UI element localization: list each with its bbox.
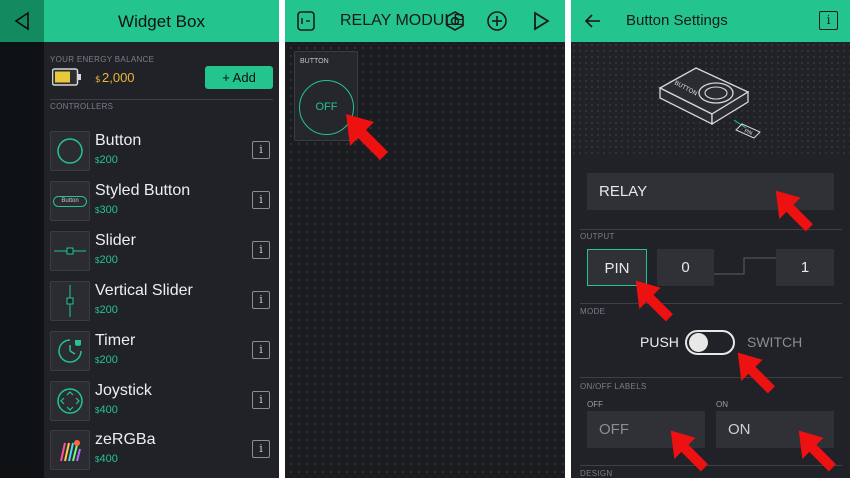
styled-button-icon: Button <box>50 181 90 221</box>
widget-item-button[interactable]: Button $200 i <box>50 131 275 177</box>
widget-box-screen: Widget Box YOUR ENERGY BALANCE $ 2,000 +… <box>0 0 279 478</box>
project-screen: RELAY MODULE BUTTON OFF <box>285 0 565 478</box>
vertical-slider-icon <box>50 281 90 321</box>
info-button[interactable]: i <box>252 291 270 309</box>
widget-name: Styled Button <box>95 182 191 199</box>
on-off-labels-label: ON/OFF LABELS <box>580 382 647 391</box>
design-label: DESIGN <box>580 469 613 478</box>
joystick-icon <box>50 381 90 421</box>
widget-price: $200 <box>95 154 118 166</box>
info-button[interactable]: i <box>819 11 838 30</box>
page-title: Button Settings <box>626 12 728 29</box>
info-button[interactable]: i <box>252 141 270 159</box>
widget-item-joystick[interactable]: Joystick $400 i <box>50 381 275 427</box>
widget-name: Joystick <box>95 382 152 399</box>
widget-name: Timer <box>95 332 136 349</box>
mode-push-label: PUSH <box>640 334 679 350</box>
page-title: Widget Box <box>118 12 205 31</box>
button-settings-screen: Button Settings i BUTTON PIN RELAY OUTPU… <box>571 0 850 478</box>
on-field-label: ON <box>716 400 728 409</box>
divider <box>580 303 842 304</box>
play-icon[interactable] <box>530 10 552 32</box>
settings-header: Button Settings i <box>571 0 850 42</box>
annotation-arrow-icon <box>775 190 813 232</box>
timer-icon <box>50 331 90 371</box>
info-button[interactable]: i <box>252 191 270 209</box>
info-button[interactable]: i <box>252 241 270 259</box>
add-energy-button[interactable]: + Add <box>205 66 273 89</box>
widget-label: BUTTON <box>300 58 329 65</box>
dimmed-background[interactable] <box>0 0 44 478</box>
button-device-illustration: BUTTON PIN <box>658 67 761 139</box>
info-button[interactable]: i <box>252 391 270 409</box>
battery-icon <box>52 68 81 86</box>
widget-name: zeRGBa <box>95 431 156 448</box>
annotation-arrow-icon <box>346 114 388 160</box>
widget-price: $400 <box>95 404 118 416</box>
info-button[interactable]: i <box>252 440 270 458</box>
widget-item-styled-button[interactable]: Button Styled Button $300 i <box>50 181 275 227</box>
energy-balance-label: YOUR ENERGY BALANCE <box>50 55 155 64</box>
widget-item-vertical-slider[interactable]: Vertical Slider $200 i <box>50 281 275 327</box>
widget-preview: BUTTON PIN <box>571 42 850 157</box>
output-label: OUTPUT <box>580 232 615 241</box>
dimmed-header <box>0 0 44 42</box>
circle-icon <box>50 131 90 171</box>
annotation-arrow-icon <box>670 430 708 472</box>
annotation-arrow-icon <box>737 352 775 394</box>
widget-price: $200 <box>95 304 118 316</box>
widget-name-value: RELAY <box>599 183 648 200</box>
widget-name: Vertical Slider <box>95 282 193 299</box>
output-range-high[interactable]: 1 <box>776 249 834 286</box>
widget-price: $200 <box>95 254 118 266</box>
widget-item-slider[interactable]: Slider $200 i <box>50 231 275 277</box>
widget-item-timer[interactable]: Timer $200 i <box>50 331 275 377</box>
widget-item-zergba[interactable]: zeRGBa $400 i <box>50 430 275 476</box>
widget-box-header: Widget Box <box>44 0 279 42</box>
toggle-knob <box>689 333 708 352</box>
energy-coin-icon: $ <box>95 75 101 84</box>
widget-name: Slider <box>95 232 136 249</box>
mode-label: MODE <box>580 307 606 316</box>
energy-balance-value: 2,000 <box>102 70 135 85</box>
range-connector-line <box>714 257 776 275</box>
controllers-label: CONTROLLERS <box>50 102 114 111</box>
off-field-label: OFF <box>587 400 603 409</box>
info-button[interactable]: i <box>252 341 270 359</box>
annotation-arrow-icon <box>635 280 673 322</box>
widget-price: $200 <box>95 354 118 366</box>
add-widget-icon[interactable] <box>486 10 508 32</box>
back-triangle-icon[interactable] <box>12 11 32 31</box>
widget-name: Button <box>95 132 142 149</box>
widget-price: $300 <box>95 204 118 216</box>
zebra-icon <box>50 430 90 470</box>
back-arrow-icon[interactable] <box>582 10 604 32</box>
svg-text:$: $ <box>95 75 101 84</box>
hexagon-settings-icon[interactable] <box>444 10 466 32</box>
widget-box-sheet: Widget Box YOUR ENERGY BALANCE $ 2,000 +… <box>44 0 279 478</box>
mode-toggle-switch[interactable] <box>685 330 735 355</box>
project-header: RELAY MODULE <box>285 0 565 42</box>
pin-tag: PIN <box>743 128 753 137</box>
divider <box>580 377 842 378</box>
slider-icon <box>50 231 90 271</box>
divider <box>50 99 273 100</box>
device-settings-icon[interactable] <box>295 10 317 32</box>
annotation-arrow-icon <box>798 430 836 472</box>
mode-switch-label: SWITCH <box>747 334 803 350</box>
widget-price: $400 <box>95 453 118 465</box>
